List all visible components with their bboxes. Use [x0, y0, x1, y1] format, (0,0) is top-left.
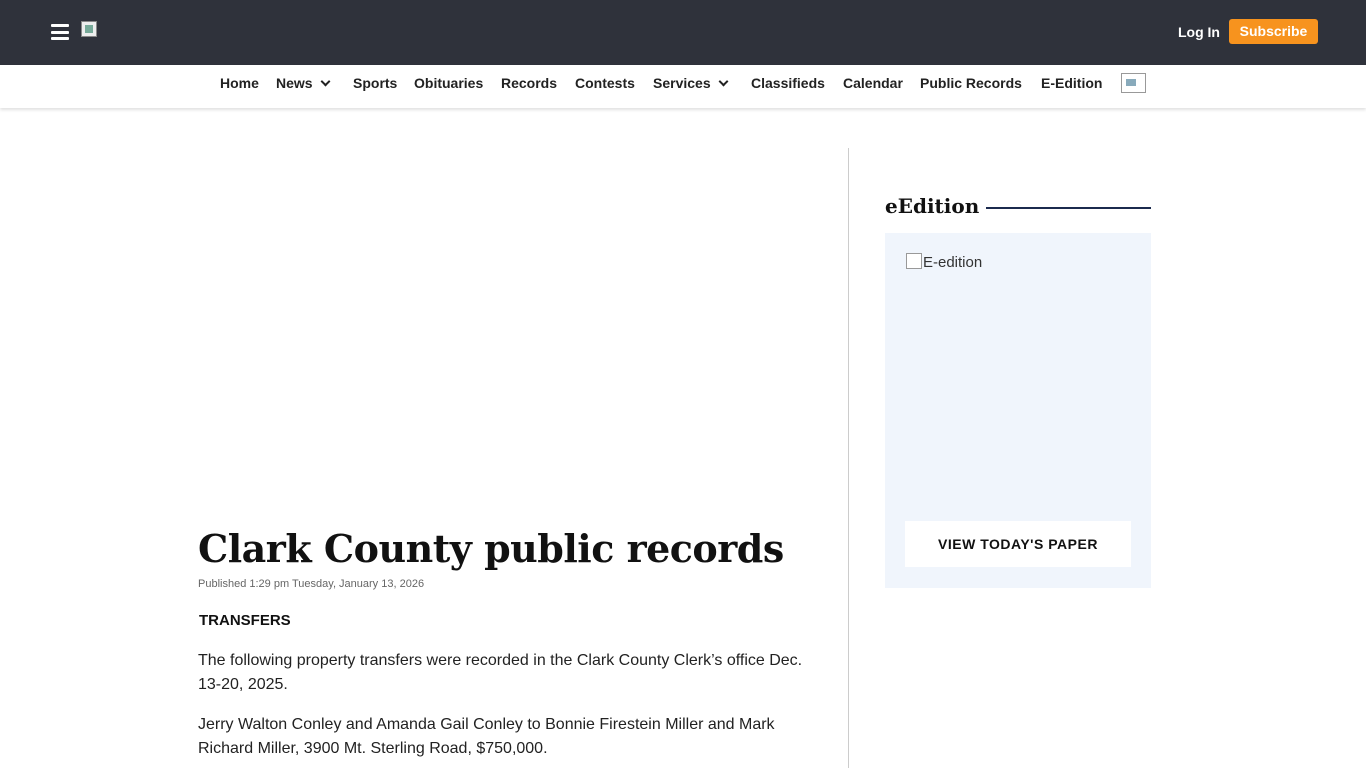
nav-label: Services — [653, 75, 711, 91]
nav-item-classifieds[interactable]: Classifieds — [751, 75, 825, 91]
nav-label: Sports — [353, 75, 398, 91]
article-paragraph: The following property transfers were re… — [198, 652, 803, 693]
menu-icon[interactable] — [51, 24, 69, 40]
nav-item-news[interactable]: News — [276, 75, 331, 91]
broken-image-icon — [906, 252, 922, 269]
column-divider — [848, 148, 849, 768]
nav-image[interactable] — [1121, 73, 1146, 93]
nav-item-records[interactable]: Records — [501, 75, 557, 91]
article-paragraph: Jerry Walton Conley and Amanda Gail Conl… — [198, 716, 775, 757]
view-todays-paper-button[interactable]: VIEW TODAY'S PAPER — [905, 521, 1131, 567]
nav-item-e-edition[interactable]: E-Edition — [1041, 75, 1102, 91]
heading-rule — [986, 207, 1151, 209]
chevron-down-icon — [320, 76, 331, 87]
nav-label: Public Records — [920, 75, 1022, 91]
nav-label: Classifieds — [751, 75, 825, 91]
nav-item-contests[interactable]: Contests — [575, 75, 635, 91]
main-nav: Home News Sports Obituaries Records Cont… — [0, 65, 1366, 108]
nav-item-public-records[interactable]: Public Records — [920, 75, 1022, 91]
article-headline: Clark County public records — [198, 526, 784, 571]
top-bar: Log In Subscribe — [0, 0, 1366, 65]
edition-heading: eEdition — [885, 194, 980, 218]
nav-item-obituaries[interactable]: Obituaries — [414, 75, 483, 91]
nav-label: Home — [220, 75, 259, 91]
edition-card: E-edition VIEW TODAY'S PAPER — [885, 233, 1151, 588]
published-date: Published 1:29 pm Tuesday, January 13, 2… — [198, 578, 425, 590]
chevron-down-icon — [718, 76, 729, 87]
nav-label: E-Edition — [1041, 75, 1103, 91]
edition-image-alt: E-edition — [923, 254, 983, 271]
nav-item-sports[interactable]: Sports — [353, 75, 397, 91]
edition-image[interactable]: E-edition — [906, 252, 983, 271]
nav-item-calendar[interactable]: Calendar — [843, 75, 903, 91]
nav-item-home[interactable]: Home — [220, 75, 259, 91]
nav-label: Contests — [575, 75, 635, 91]
subscribe-button[interactable]: Subscribe — [1229, 19, 1318, 44]
nav-label: Obituaries — [414, 75, 484, 91]
nav-label: News — [276, 75, 313, 91]
nav-item-services[interactable]: Services — [653, 75, 729, 91]
site-logo[interactable] — [81, 21, 97, 37]
nav-label: Records — [501, 75, 558, 91]
section-heading: TRANSFERS — [199, 612, 291, 629]
nav-label: Calendar — [843, 75, 903, 91]
login-link[interactable]: Log In — [1178, 24, 1220, 40]
